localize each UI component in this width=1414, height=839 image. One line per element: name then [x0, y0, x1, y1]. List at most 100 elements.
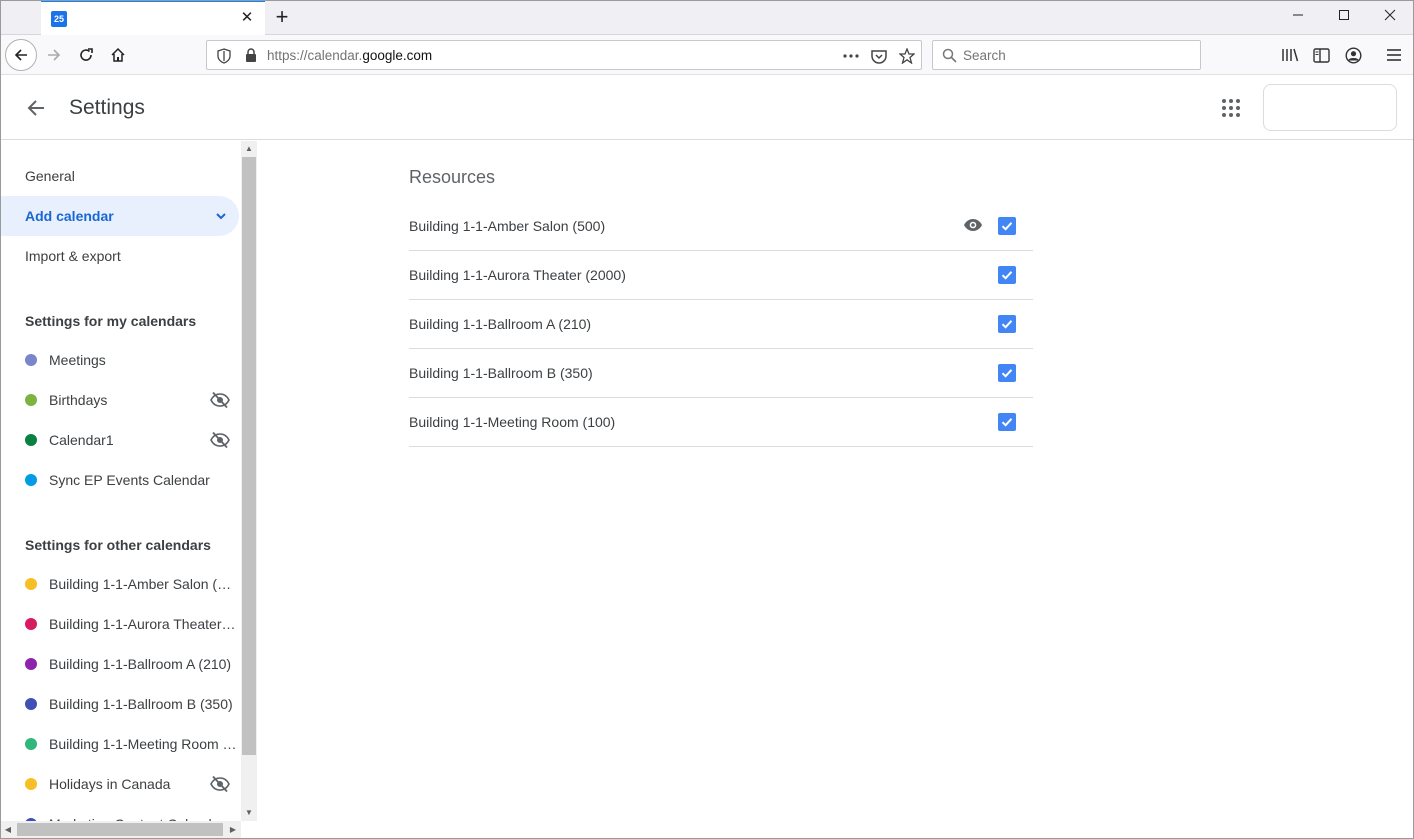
- scroll-right-arrow-icon[interactable]: ▶: [225, 821, 241, 838]
- calendar-list-item[interactable]: Marketing Content Calendar: [0, 804, 241, 821]
- resource-row: Building 1-1-Aurora Theater (2000): [409, 251, 1033, 300]
- calendar-name: Building 1-1-Amber Salon (500): [49, 576, 237, 592]
- calendar-name: Meetings: [49, 352, 106, 368]
- scroll-down-arrow-icon[interactable]: ▼: [241, 805, 257, 821]
- bookmark-star-icon[interactable]: [897, 46, 917, 66]
- main-content: Resources Building 1-1-Amber Salon (500)…: [257, 141, 1414, 839]
- resource-row: Building 1-1-Ballroom A (210): [409, 300, 1033, 349]
- google-apps-icon[interactable]: [1219, 96, 1243, 120]
- calendar-list-item[interactable]: Holidays in Canada: [0, 764, 241, 804]
- calendar-color-dot: [25, 578, 37, 590]
- calendar-color-dot: [25, 434, 37, 446]
- calendar-color-dot: [25, 698, 37, 710]
- calendar-name: Building 1-1-Aurora Theater (2000): [49, 616, 237, 632]
- tracking-protection-icon[interactable]: [217, 48, 231, 69]
- sidebar-item-add-calendar[interactable]: Add calendar: [0, 196, 239, 236]
- url-bar[interactable]: https://calendar.google.com: [206, 40, 922, 70]
- account-icon[interactable]: [1343, 45, 1363, 65]
- close-tab-icon[interactable]: ✕: [237, 8, 257, 28]
- browser-forward-button[interactable]: [38, 39, 70, 71]
- account-area[interactable]: [1263, 84, 1397, 131]
- browser-tab[interactable]: 25 ✕: [41, 0, 265, 35]
- sidebar-item-label: Import & export: [25, 248, 121, 264]
- resource-name: Building 1-1-Amber Salon (500): [409, 218, 606, 234]
- search-input[interactable]: [963, 45, 1193, 65]
- settings-sidebar: General Add calendar Import & export Set…: [0, 141, 241, 821]
- calendar-color-dot: [25, 394, 37, 406]
- calendar-name: Building 1-1-Meeting Room (100): [49, 736, 237, 752]
- calendar-name: Birthdays: [49, 392, 108, 408]
- sidebar-toggle-icon[interactable]: [1311, 45, 1331, 65]
- page-actions-icon[interactable]: [841, 46, 861, 66]
- resource-checkbox[interactable]: [998, 217, 1016, 235]
- calendar-color-dot: [25, 738, 37, 750]
- resource-name: Building 1-1-Aurora Theater (2000): [409, 267, 626, 283]
- url-text: https://calendar.google.com: [267, 48, 433, 63]
- resource-checkbox[interactable]: [998, 315, 1016, 333]
- eye-icon[interactable]: [963, 217, 983, 238]
- sidebar-item-general[interactable]: General: [0, 156, 241, 196]
- calendar-color-dot: [25, 354, 37, 366]
- calendar-color-dot: [25, 618, 37, 630]
- app-header: Settings: [0, 76, 1414, 140]
- close-window-button[interactable]: [1367, 0, 1413, 34]
- sidebar-item-label: General: [25, 168, 75, 184]
- calendar-name: Building 1-1-Ballroom A (210): [49, 656, 232, 672]
- sidebar-vertical-scrollbar[interactable]: ▲ ▼: [241, 141, 257, 821]
- hidden-eye-icon[interactable]: [210, 775, 230, 796]
- resource-name: Building 1-1-Meeting Room (100): [409, 414, 616, 430]
- library-icon[interactable]: [1280, 45, 1300, 65]
- lock-icon[interactable]: [245, 48, 257, 68]
- calendar-color-dot: [25, 778, 37, 790]
- maximize-window-button[interactable]: [1321, 0, 1367, 34]
- hamburger-menu-icon[interactable]: [1384, 45, 1404, 65]
- page-title: Settings: [69, 96, 145, 119]
- resource-name: Building 1-1-Ballroom B (350): [409, 365, 593, 381]
- home-button[interactable]: [102, 39, 134, 71]
- calendar-favicon-icon: 25: [51, 11, 67, 27]
- scrollbar-thumb[interactable]: [242, 157, 256, 755]
- browser-tab-bar: 25 ✕ +: [0, 0, 1414, 35]
- resource-row: Building 1-1-Amber Salon (500): [409, 202, 1033, 251]
- calendar-name: Sync EP Events Calendar: [49, 472, 210, 488]
- calendar-list-item[interactable]: Building 1-1-Aurora Theater (2000): [0, 604, 241, 644]
- resource-checkbox[interactable]: [998, 364, 1016, 382]
- browser-toolbar: https://calendar.google.com: [0, 35, 1414, 75]
- back-arrow-icon[interactable]: [24, 96, 50, 120]
- sidebar-item-label: Add calendar: [25, 208, 114, 224]
- calendar-name: Building 1-1-Ballroom B (350): [49, 696, 233, 712]
- other-calendars-heading: Settings for other calendars: [25, 537, 211, 553]
- reload-button[interactable]: [70, 39, 102, 71]
- resource-checkbox[interactable]: [998, 413, 1016, 431]
- hidden-eye-icon[interactable]: [210, 391, 230, 412]
- sidebar-horizontal-scrollbar[interactable]: ◀ ▶: [0, 821, 241, 838]
- calendar-list-item[interactable]: Meetings: [0, 340, 241, 380]
- minimize-window-button[interactable]: [1275, 0, 1321, 34]
- scrollbar-thumb[interactable]: [17, 823, 223, 836]
- calendar-list-item[interactable]: Sync EP Events Calendar: [0, 460, 241, 500]
- browser-back-button[interactable]: [5, 39, 37, 71]
- calendar-list-item[interactable]: Building 1-1-Ballroom A (210): [0, 644, 241, 684]
- calendar-color-dot: [25, 474, 37, 486]
- calendar-list-item[interactable]: Calendar1: [0, 420, 241, 460]
- resource-checkbox[interactable]: [998, 266, 1016, 284]
- new-tab-button[interactable]: +: [270, 4, 294, 30]
- resource-row: Building 1-1-Ballroom B (350): [409, 349, 1033, 398]
- resource-row: Building 1-1-Meeting Room (100): [409, 398, 1033, 447]
- hidden-eye-icon[interactable]: [210, 431, 230, 452]
- scroll-left-arrow-icon[interactable]: ◀: [0, 821, 16, 838]
- calendar-name: Calendar1: [49, 432, 114, 448]
- calendar-list-item[interactable]: Building 1-1-Meeting Room (100): [0, 724, 241, 764]
- calendar-list-item[interactable]: Building 1-1-Amber Salon (500): [0, 564, 241, 604]
- resource-name: Building 1-1-Ballroom A (210): [409, 316, 592, 332]
- sidebar-item-import-export[interactable]: Import & export: [0, 236, 241, 276]
- scroll-up-arrow-icon[interactable]: ▲: [241, 141, 257, 157]
- calendar-name: Holidays in Canada: [49, 776, 171, 792]
- resources-title: Resources: [409, 167, 496, 187]
- browser-search-bar[interactable]: [932, 40, 1201, 70]
- chevron-down-icon[interactable]: [214, 209, 228, 226]
- calendar-color-dot: [25, 658, 37, 670]
- calendar-list-item[interactable]: Birthdays: [0, 380, 241, 420]
- pocket-icon[interactable]: [869, 46, 889, 66]
- calendar-list-item[interactable]: Building 1-1-Ballroom B (350): [0, 684, 241, 724]
